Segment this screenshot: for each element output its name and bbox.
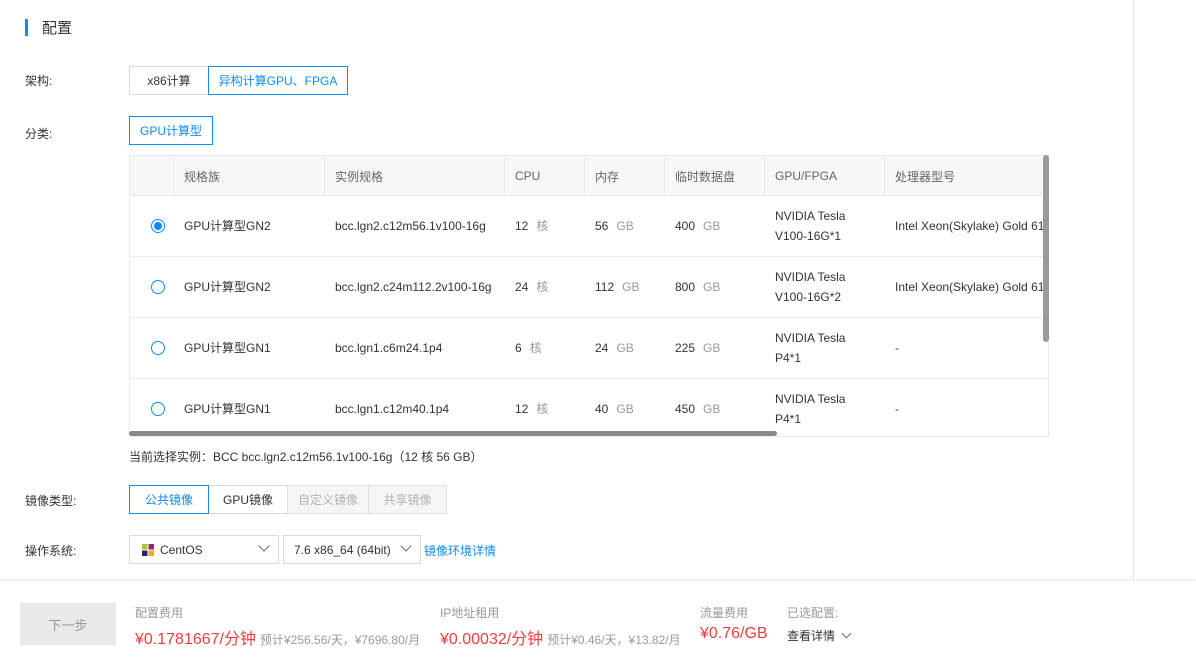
table-row[interactable]: GPU计算型GN2 bcc.lgn2.c12m56.1v100-16g 12 核 … xyxy=(130,196,1048,257)
header-select-col xyxy=(130,156,174,196)
title-accent-bar xyxy=(25,18,28,36)
image-option-public[interactable]: 公共镜像 xyxy=(129,485,209,514)
cell-disk: 800 GB xyxy=(675,280,721,294)
category-selector: GPU计算型 xyxy=(129,116,213,145)
section-title-text: 配置 xyxy=(42,19,73,37)
ip-fee-label: IP地址租用 xyxy=(440,606,500,620)
next-step-button[interactable]: 下一步 xyxy=(20,603,116,645)
config-fee-estimate: 预计¥256.56/天，¥7696.80/月 xyxy=(259,633,421,647)
row-radio[interactable] xyxy=(151,402,165,416)
cell-gpu: NVIDIA Tesla P4*1 xyxy=(775,331,846,365)
chevron-down-icon xyxy=(258,540,270,552)
os-label: 操作系统: xyxy=(25,544,77,558)
image-type-selector: 公共镜像 GPU镜像 自定义镜像 共享镜像 xyxy=(129,485,447,514)
chevron-down-icon xyxy=(400,540,412,552)
os-distro-value: CentOS xyxy=(160,542,203,557)
cell-disk: 225 GB xyxy=(675,341,721,355)
cell-family: GPU计算型GN1 xyxy=(184,402,271,416)
header-temp-disk: 临时数据盘 xyxy=(665,156,765,196)
cell-memory: 40 GB xyxy=(595,402,634,416)
selected-config-label: 已选配置: xyxy=(787,606,839,620)
section-title: 配置 xyxy=(25,17,72,37)
config-fee-label: 配置费用 xyxy=(135,606,184,620)
cell-gpu: NVIDIA Tesla V100-16G*1 xyxy=(775,209,846,243)
ip-fee: ¥0.00032/分钟 预计¥0.46/天，¥13.82/月 xyxy=(440,625,681,649)
ip-fee-value: ¥0.00032/分钟 xyxy=(440,631,544,648)
instance-spec-table: 规格族 实例规格 CPU 内存 临时数据盘 GPU/FPGA 处理器型号 GPU… xyxy=(129,155,1049,437)
cell-cpu: 12 核 xyxy=(515,219,549,233)
cell-cpu: 24 核 xyxy=(515,280,549,294)
right-gutter xyxy=(1135,0,1196,580)
os-version-select[interactable]: 7.6 x86_64 (64bit) xyxy=(283,535,421,564)
row-radio[interactable] xyxy=(151,341,165,355)
table-row[interactable]: GPU计算型GN1 bcc.lgn1.c6m24.1p4 6核 24 GB 225… xyxy=(130,318,1048,379)
cell-spec: bcc.lgn2.c24m112.2v100-16g xyxy=(335,280,492,294)
table-horizontal-scrollbar[interactable] xyxy=(129,431,777,436)
arch-option-gpu-fpga[interactable]: 异构计算GPU、FPGA xyxy=(208,66,348,95)
centos-logo-icon xyxy=(142,543,154,556)
cell-cpu-model: - xyxy=(895,402,899,416)
cell-cpu-model: Intel Xeon(Skylake) Gold 61 xyxy=(895,280,1045,294)
image-option-custom[interactable]: 自定义镜像 xyxy=(287,485,369,514)
os-version-value: 7.6 x86_64 (64bit) xyxy=(294,542,391,557)
header-family: 规格族 xyxy=(174,156,325,196)
cell-gpu: NVIDIA Tesla P4*1 xyxy=(775,392,846,426)
traffic-fee-label: 流量费用 xyxy=(700,606,749,620)
cell-gpu: NVIDIA Tesla V100-16G*2 xyxy=(775,270,846,304)
arch-selector: x86计算 异构计算GPU、FPGA xyxy=(129,66,348,95)
arch-option-x86[interactable]: x86计算 xyxy=(129,66,209,95)
table-body: GPU计算型GN2 bcc.lgn2.c12m56.1v100-16g 12 核 … xyxy=(130,196,1048,436)
cell-memory: 56 GB xyxy=(595,219,634,233)
header-cpu: CPU xyxy=(505,156,585,196)
cell-memory: 24 GB xyxy=(595,341,634,355)
cell-spec: bcc.lgn2.c12m56.1v100-16g xyxy=(335,219,486,233)
table-row[interactable]: GPU计算型GN1 bcc.lgn1.c12m40.1p4 12 核 40 GB 4… xyxy=(130,379,1048,436)
arch-label: 架构: xyxy=(25,74,53,88)
chevron-down-icon xyxy=(841,628,852,639)
config-panel: 配置 架构: x86计算 异构计算GPU、FPGA 分类: GPU计算型 规格族… xyxy=(0,0,1134,580)
cell-cpu-model: Intel Xeon(Skylake) Gold 61 xyxy=(895,219,1045,233)
table-vertical-scrollbar[interactable] xyxy=(1043,155,1049,342)
cell-spec: bcc.lgn1.c12m40.1p4 xyxy=(335,402,450,416)
cell-spec: bcc.lgn1.c6m24.1p4 xyxy=(335,341,443,355)
cell-family: GPU计算型GN1 xyxy=(184,341,271,355)
category-label: 分类: xyxy=(25,127,53,141)
order-footer: 下一步 配置费用 ¥0.1781667/分钟 预计¥256.56/天，¥7696.… xyxy=(0,580,1196,660)
row-radio[interactable] xyxy=(151,219,165,233)
config-fee-value: ¥0.1781667/分钟 xyxy=(135,631,256,648)
table-row[interactable]: GPU计算型GN2 bcc.lgn2.c24m112.2v100-16g 24 核… xyxy=(130,257,1048,318)
table-header: 规格族 实例规格 CPU 内存 临时数据盘 GPU/FPGA 处理器型号 xyxy=(130,156,1048,196)
cell-cpu-model: - xyxy=(895,341,899,355)
image-option-shared[interactable]: 共享镜像 xyxy=(368,485,447,514)
view-detail-text: 查看详情 xyxy=(787,629,836,643)
cell-cpu: 6核 xyxy=(515,341,542,355)
view-detail-toggle[interactable]: 查看详情 xyxy=(787,627,852,644)
header-gpu-fpga: GPU/FPGA xyxy=(765,156,885,196)
cell-disk: 400 GB xyxy=(675,219,721,233)
cell-cpu: 12 核 xyxy=(515,402,549,416)
cell-disk: 450 GB xyxy=(675,402,721,416)
header-memory: 内存 xyxy=(585,156,665,196)
cell-family: GPU计算型GN2 xyxy=(184,219,271,233)
os-distro-select[interactable]: CentOS xyxy=(129,535,279,564)
cell-family: GPU计算型GN2 xyxy=(184,280,271,294)
traffic-fee-value: ¥0.76/GB xyxy=(700,625,768,642)
image-env-detail-link[interactable]: 镜像环境详情 xyxy=(424,542,496,559)
header-cpu-model: 处理器型号 xyxy=(895,169,956,184)
ip-fee-estimate: 预计¥0.46/天，¥13.82/月 xyxy=(547,633,681,647)
current-selection-text: 当前选择实例：BCC bcc.lgn2.c12m56.1v100-16g（12 … xyxy=(129,450,483,464)
image-option-gpu[interactable]: GPU镜像 xyxy=(208,485,288,514)
config-fee: ¥0.1781667/分钟 预计¥256.56/天，¥7696.80/月 xyxy=(135,625,420,649)
category-option-gpu[interactable]: GPU计算型 xyxy=(129,116,213,145)
cell-memory: 112 GB xyxy=(595,280,640,294)
row-radio[interactable] xyxy=(151,280,165,294)
header-spec: 实例规格 xyxy=(325,156,505,196)
image-type-label: 镜像类型: xyxy=(25,494,77,508)
